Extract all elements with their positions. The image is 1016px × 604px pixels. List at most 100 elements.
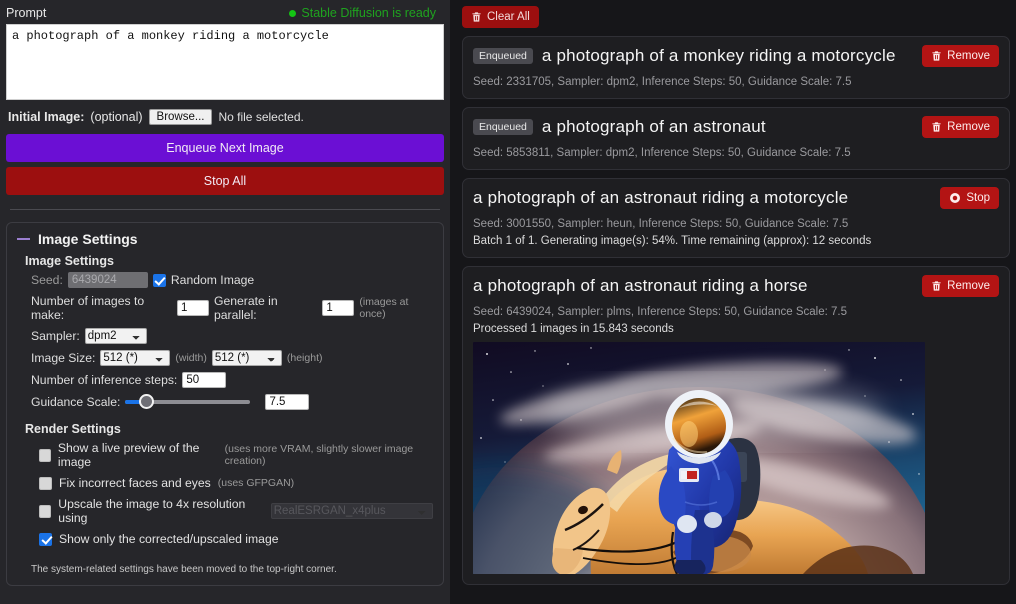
stop-circle-icon <box>950 193 961 203</box>
queue-item-title: a photograph of a monkey riding a motorc… <box>541 46 896 65</box>
queue-item-title: a photograph of an astronaut <box>541 117 766 136</box>
generated-image[interactable] <box>473 342 925 574</box>
clear-all-label: Clear All <box>487 11 530 23</box>
queue-item-progress: Batch 1 of 1. Generating image(s): 54%. … <box>473 235 872 247</box>
trash-icon <box>932 122 941 132</box>
upscale-label: Upscale the image to 4x resolution using <box>58 497 246 525</box>
sampler-label: Sampler: <box>31 329 80 343</box>
guidance-scale-input[interactable] <box>265 394 310 410</box>
image-size-label: Image Size: <box>31 351 96 365</box>
trash-icon <box>472 12 481 22</box>
status-badge: Enqueued <box>473 119 533 135</box>
stop-button[interactable]: Stop <box>940 187 999 209</box>
stop-all-button[interactable]: Stop All <box>6 167 444 195</box>
inference-steps-row: Number of inference steps: <box>31 372 433 388</box>
queue-item-header: Enqueued a photograph of a monkey riding… <box>473 45 999 67</box>
random-image-label: Random Image <box>170 273 255 287</box>
width-hint: (width) <box>175 352 207 364</box>
num-images-label: Number of images to make: <box>31 294 145 322</box>
panel-divider <box>10 209 440 210</box>
prompt-label: Prompt <box>6 6 47 20</box>
initial-image-label: Initial Image: <box>8 110 85 124</box>
live-preview-checkbox[interactable] <box>39 448 51 462</box>
slider-thumb[interactable] <box>139 394 155 409</box>
initial-image-row: Initial Image: (optional) Browse... No f… <box>6 109 444 125</box>
queue-item-active[interactable]: a photograph of an astronaut riding a mo… <box>462 178 1010 258</box>
queue-item-meta: Seed: 6439024, Sampler: plms, Inference … <box>473 306 847 318</box>
status-dot-icon <box>289 9 297 17</box>
system-settings-note: The system-related settings have been mo… <box>31 564 337 575</box>
parallel-hint: (images at once) <box>359 296 409 320</box>
fix-faces-hint: (uses GFPGAN) <box>217 477 295 489</box>
prompt-input[interactable] <box>6 24 444 100</box>
trash-icon <box>932 281 941 291</box>
remove-button-label: Remove <box>947 280 990 292</box>
fix-faces-row: Fix incorrect faces and eyes (uses GFPGA… <box>39 476 433 490</box>
app-root: Prompt Stable Diffusion is ready Initial… <box>0 0 1016 604</box>
enqueue-next-image-button[interactable]: Enqueue Next Image <box>6 134 444 162</box>
inference-steps-input[interactable] <box>182 372 227 388</box>
clear-all-button[interactable]: Clear All <box>462 6 539 28</box>
queue-item-meta: Seed: 2331705, Sampler: dpm2, Inference … <box>473 76 852 88</box>
upscale-model-select[interactable]: RealESRGAN_x4plus <box>270 503 433 519</box>
status-badge: Enqueued <box>473 48 533 64</box>
guidance-scale-label: Guidance Scale: <box>31 395 121 409</box>
remove-button-label: Remove <box>947 121 990 133</box>
status-text: Stable Diffusion is ready <box>301 6 436 20</box>
show-corrected-row: Show only the corrected/upscaled image <box>39 532 433 546</box>
queue-item-header: a photograph of an astronaut riding a mo… <box>473 187 999 209</box>
image-height-select[interactable]: 512 (*) <box>211 350 282 366</box>
queue-item-completed[interactable]: a photograph of an astronaut riding a ho… <box>462 266 1010 585</box>
image-size-row: Image Size: 512 (*) (width) 512 (*) (hei… <box>31 350 433 366</box>
stop-button-label: Stop <box>966 192 990 204</box>
image-settings-card: Image Settings Image Settings Seed: Rand… <box>6 222 444 586</box>
remove-button-label: Remove <box>947 50 990 62</box>
image-settings-subtitle: Image Settings <box>25 254 114 268</box>
image-width-select[interactable]: 512 (*) <box>100 350 171 366</box>
parallel-input[interactable] <box>322 300 355 316</box>
queue-item-meta: Seed: 3001550, Sampler: heun, Inference … <box>473 218 849 230</box>
collapse-minus-icon[interactable] <box>17 238 30 240</box>
queue-item-header: a photograph of an astronaut riding a ho… <box>473 275 999 297</box>
slider-track[interactable] <box>125 394 251 409</box>
sampler-row: Sampler: dpm2 <box>31 328 433 344</box>
num-images-input[interactable] <box>176 300 209 316</box>
queue-item[interactable]: Enqueued a photograph of a monkey riding… <box>462 36 1010 99</box>
random-image-checkbox[interactable] <box>152 273 166 287</box>
queue-item[interactable]: Enqueued a photograph of an astronaut Re… <box>462 107 1010 170</box>
live-preview-hint: (uses more VRAM, slightly slower image c… <box>224 443 414 467</box>
sampler-select[interactable]: dpm2 <box>84 328 147 344</box>
live-preview-label: Show a live preview of the image <box>57 441 200 469</box>
render-settings-title: Render Settings <box>25 422 121 436</box>
inference-steps-label: Number of inference steps: <box>31 373 178 387</box>
fix-faces-checkbox[interactable] <box>39 476 52 490</box>
guidance-scale-row: Guidance Scale: <box>31 394 433 410</box>
queue-item-header: Enqueued a photograph of an astronaut Re… <box>473 116 999 138</box>
seed-input[interactable] <box>67 272 148 288</box>
height-hint: (height) <box>286 352 323 364</box>
upscale-checkbox[interactable] <box>39 504 52 518</box>
image-settings-title: Image Settings <box>38 231 138 247</box>
left-settings-panel: Prompt Stable Diffusion is ready Initial… <box>0 0 450 604</box>
show-corrected-checkbox[interactable] <box>39 532 52 546</box>
seed-label: Seed: <box>31 273 63 287</box>
task-queue-panel: Clear All Enqueued a photograph of a mon… <box>450 0 1016 604</box>
prompt-topbar: Prompt Stable Diffusion is ready <box>6 4 444 22</box>
queue-item-title: a photograph of an astronaut riding a mo… <box>473 188 849 207</box>
server-status: Stable Diffusion is ready <box>289 6 444 20</box>
upscale-row: Upscale the image to 4x resolution using… <box>39 497 433 525</box>
num-images-row: Number of images to make: Generate in pa… <box>31 294 433 322</box>
seed-row: Seed: Random Image <box>31 272 433 288</box>
remove-button[interactable]: Remove <box>922 45 999 67</box>
remove-button[interactable]: Remove <box>922 116 999 138</box>
queue-item-title: a photograph of an astronaut riding a ho… <box>473 276 808 295</box>
guidance-scale-slider[interactable] <box>125 394 251 409</box>
image-settings-header[interactable]: Image Settings <box>17 231 433 247</box>
trash-icon <box>932 51 941 61</box>
show-corrected-label: Show only the corrected/upscaled image <box>59 532 279 546</box>
browse-button[interactable]: Browse... <box>148 109 213 125</box>
queue-item-meta: Seed: 5853811, Sampler: dpm2, Inference … <box>473 147 851 159</box>
fix-faces-label: Fix incorrect faces and eyes <box>59 476 211 490</box>
remove-button[interactable]: Remove <box>922 275 999 297</box>
parallel-label: Generate in parallel: <box>213 294 278 322</box>
